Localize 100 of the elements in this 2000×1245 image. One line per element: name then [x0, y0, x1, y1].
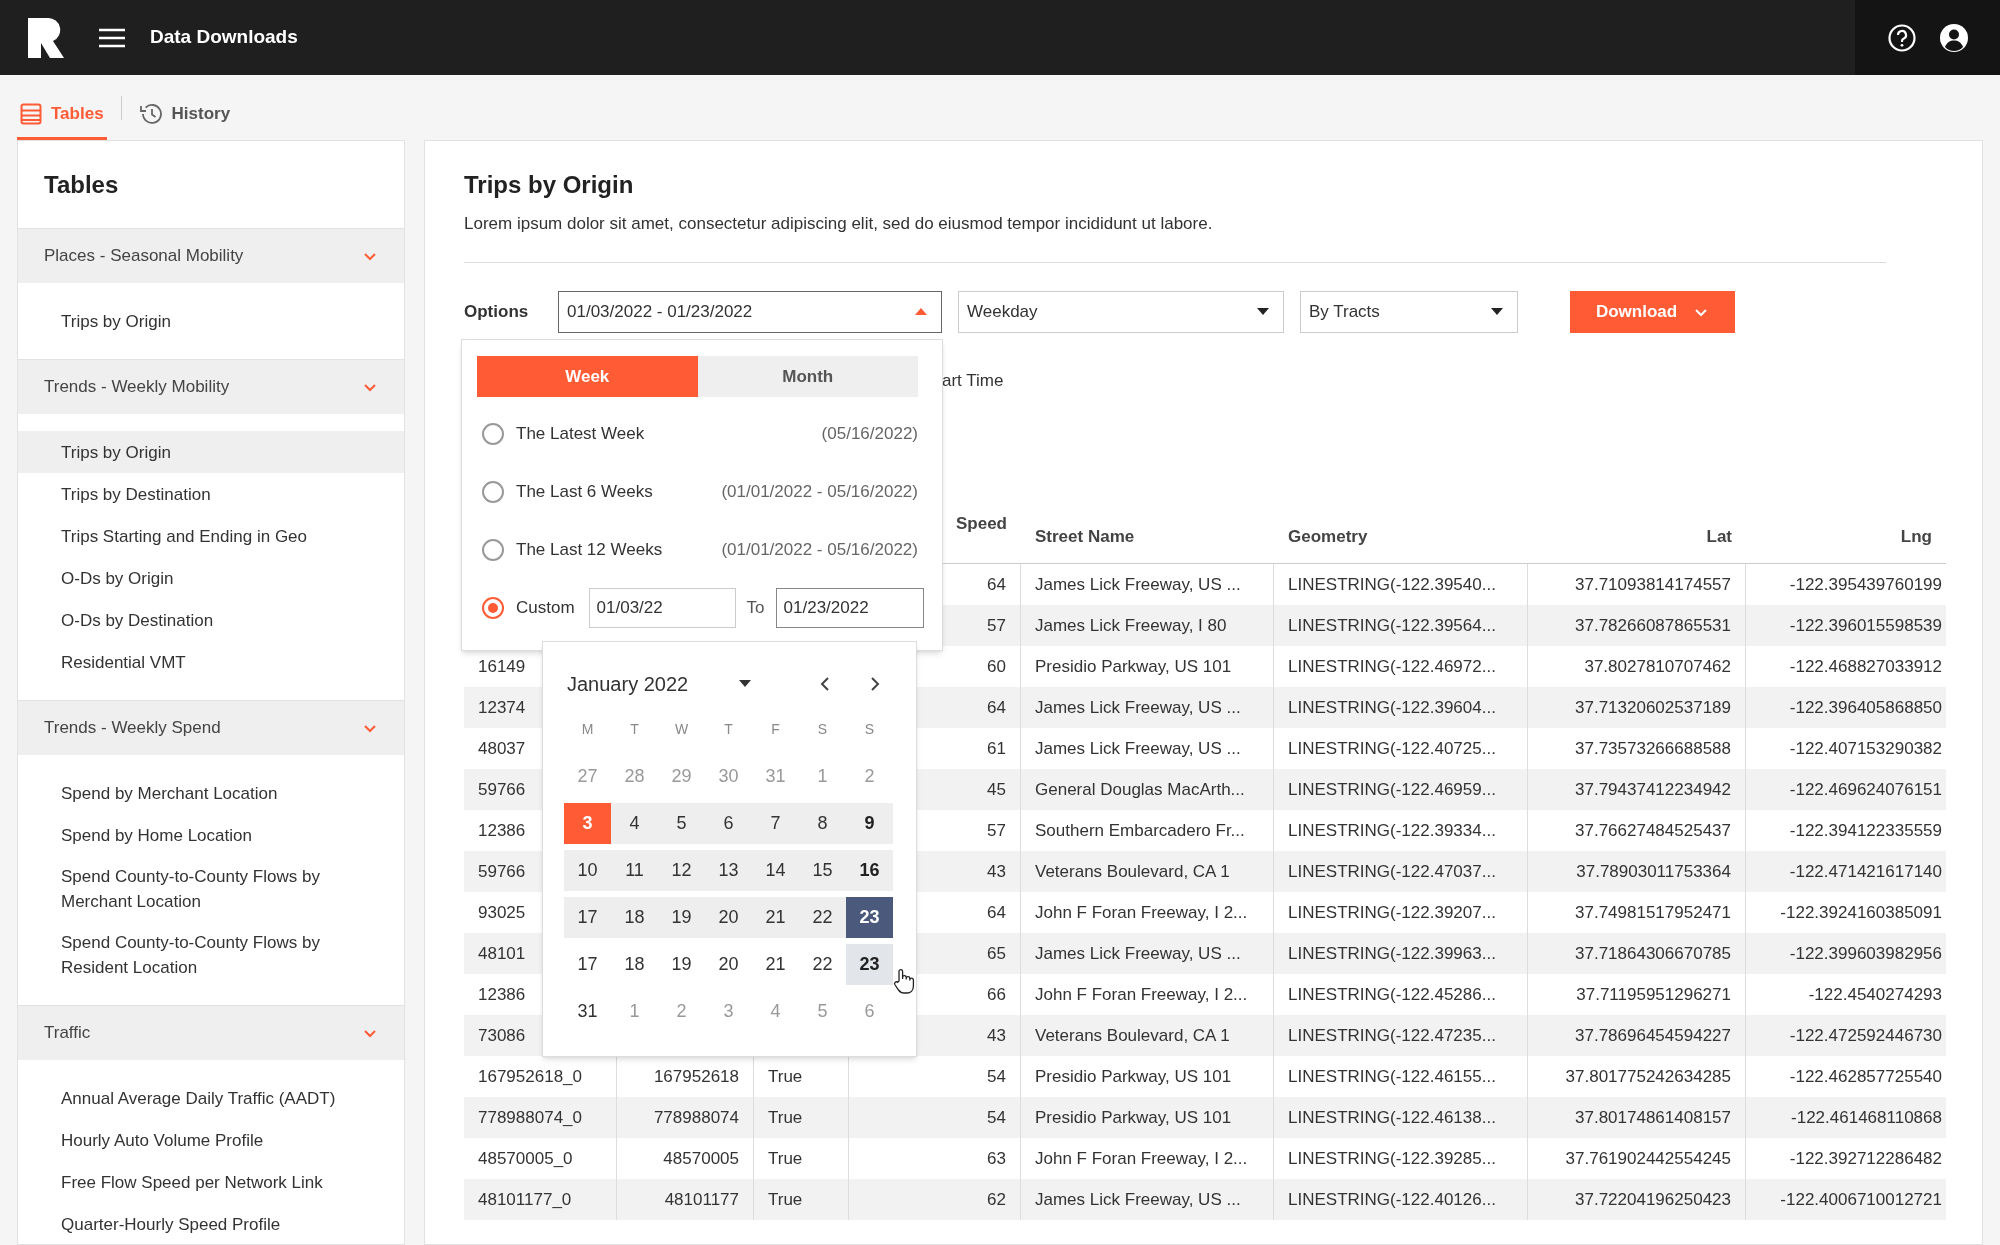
table-cell-text: John F Foran Freeway, I 2...: [1035, 983, 1248, 1006]
nav-tab[interactable]: History: [135, 90, 234, 140]
calendar-day[interactable]: 16: [846, 850, 893, 891]
calendar-day[interactable]: 20: [705, 897, 752, 938]
calendar-day[interactable]: 20: [705, 944, 752, 985]
section-header[interactable]: Traffic: [18, 1006, 404, 1060]
column-header[interactable]: Speed: [955, 511, 1007, 537]
table-cell-text: 65: [987, 942, 1006, 965]
table-cell-text: 63: [987, 1147, 1006, 1170]
radio-button[interactable]: [482, 597, 504, 619]
calendar-day[interactable]: 17: [564, 944, 611, 985]
table-cell-text: -122.396015598539: [1789, 614, 1942, 637]
weekday-label: S: [817, 720, 828, 739]
table-cell-text: 66: [987, 983, 1006, 1006]
calendar-day[interactable]: 18: [611, 897, 658, 938]
calendar-day[interactable]: 17: [564, 897, 611, 938]
calendar-day[interactable]: 8: [799, 803, 846, 844]
table-cell-text: James Lick Freeway, US ...: [1035, 942, 1241, 965]
date-input[interactable]: 01/23/2022: [775, 588, 924, 628]
section-header[interactable]: Trends - Weekly Mobility: [18, 360, 404, 414]
table-cell-text: 64: [987, 696, 1006, 719]
calendar-day[interactable]: 21: [752, 944, 799, 985]
column-header[interactable]: Lng: [1900, 524, 1932, 550]
table-cell-text: -122.396405868850: [1789, 696, 1942, 719]
calendar-day[interactable]: 6: [705, 803, 752, 844]
calendar-day[interactable]: 23: [846, 897, 893, 938]
table-cell-text: 37.72204196250423: [1575, 1188, 1731, 1211]
date-input[interactable]: 01/03/22: [588, 588, 736, 628]
calendar-day[interactable]: 7: [752, 803, 799, 844]
table-cell-text: 167952618: [653, 1065, 739, 1088]
table-cell-text: 45: [987, 778, 1006, 801]
section-header[interactable]: Places - Seasonal Mobility: [18, 229, 404, 283]
calendar-day[interactable]: 21: [752, 897, 799, 938]
account-button[interactable]: [1938, 22, 1969, 53]
table-cell-text: 73086: [478, 1024, 526, 1047]
calendar-day[interactable]: 5: [658, 803, 705, 844]
table-cell-text: 57: [987, 819, 1006, 842]
table-cell-text: -122.462857725540: [1789, 1065, 1942, 1088]
date-range-select[interactable]: 01/03/2022 - 01/23/2022: [558, 291, 942, 333]
calendar-day[interactable]: 22: [799, 944, 846, 985]
radio-button[interactable]: [482, 481, 504, 503]
calendar-day[interactable]: 19: [658, 897, 705, 938]
logo-icon[interactable]: [28, 17, 64, 58]
dropdown-select[interactable]: Weekday: [958, 291, 1284, 333]
dropdown-select[interactable]: By Tracts: [1300, 291, 1518, 333]
table-cell-text: -122.469624076151: [1789, 778, 1942, 801]
calendar-day[interactable]: 12: [658, 850, 705, 891]
table-cell-text: 62: [987, 1188, 1006, 1211]
section-header[interactable]: Trends - Weekly Spend: [18, 701, 404, 755]
calendar-day[interactable]: 14: [752, 850, 799, 891]
sidebar-item[interactable]: Trips by Origin: [18, 431, 404, 473]
table-cell-text: 37.74981517952471: [1575, 901, 1731, 924]
table-cell-text: 48101177: [664, 1188, 739, 1211]
table-cell-text: -122.461468110868: [1791, 1106, 1942, 1129]
help-button[interactable]: [1886, 22, 1917, 53]
column-header[interactable]: Street Name: [1035, 524, 1135, 550]
table-cell-text: 37.71320602537189: [1575, 696, 1731, 719]
radio-button[interactable]: [482, 423, 504, 445]
table-cell-text: 37.8027810707462: [1584, 655, 1731, 678]
month-select[interactable]: January 2022: [567, 669, 751, 699]
table-cell-text: 54: [987, 1106, 1006, 1129]
date-range-text: (01/01/2022 - 05/16/2022): [721, 481, 918, 504]
calendar-day[interactable]: 11: [611, 850, 658, 891]
table-cell-text: 43: [987, 860, 1006, 883]
chevron-left-icon: [819, 676, 831, 692]
radio-button[interactable]: [482, 539, 504, 561]
calendar-day[interactable]: 18: [611, 944, 658, 985]
table-cell-text: 57: [987, 614, 1006, 637]
calendar-day[interactable]: 19: [658, 944, 705, 985]
calendar-day[interactable]: 22: [799, 897, 846, 938]
table-cell-text: 37.80174861408157: [1575, 1106, 1731, 1129]
calendar-day[interactable]: 15: [799, 850, 846, 891]
calendar-day[interactable]: 13: [705, 850, 752, 891]
help-icon: [1886, 22, 1917, 53]
table-cell-text: LINESTRING(-122.46959...: [1288, 778, 1496, 801]
to-label: To: [746, 597, 765, 620]
calendar-day[interactable]: 4: [611, 803, 658, 844]
calendar-day[interactable]: 23: [846, 944, 893, 985]
option-label: The Last 12 Weeks: [516, 539, 663, 562]
table-cell-text: 37.78266087865531: [1575, 614, 1731, 637]
table-cell-text: -122.471421617140: [1789, 860, 1942, 883]
table-cell-text: 167952618_0: [478, 1065, 582, 1088]
column-header[interactable]: Lat: [1706, 524, 1732, 550]
table-cell-text: General Douglas MacArth...: [1035, 778, 1245, 801]
table-cell-text: 12386: [478, 983, 526, 1006]
table-cell-text: LINESTRING(-122.39207...: [1288, 901, 1496, 924]
table-cell-text: -122.3924160385091: [1780, 901, 1942, 924]
period-tab[interactable]: Month: [697, 356, 918, 397]
table-cell-text: 48101177_0: [478, 1188, 572, 1211]
calendar-day[interactable]: 10: [564, 850, 611, 891]
table-cell-text: James Lick Freeway, I 80: [1035, 614, 1227, 637]
calendar-day[interactable]: 9: [846, 803, 893, 844]
column-header[interactable]: Geometry: [1288, 524, 1368, 550]
options-label: Options: [464, 301, 530, 324]
table-cell-text: Southern Embarcadero Fr...: [1035, 819, 1245, 842]
table-cell-text: Presidio Parkway, US 101: [1035, 1065, 1232, 1088]
table-cell-text: -122.468827033912: [1789, 655, 1942, 678]
table-cell-text: 37.71195951296271: [1576, 983, 1731, 1006]
user-icon: [1938, 22, 1969, 53]
calendar-day[interactable]: 31: [564, 991, 611, 1032]
